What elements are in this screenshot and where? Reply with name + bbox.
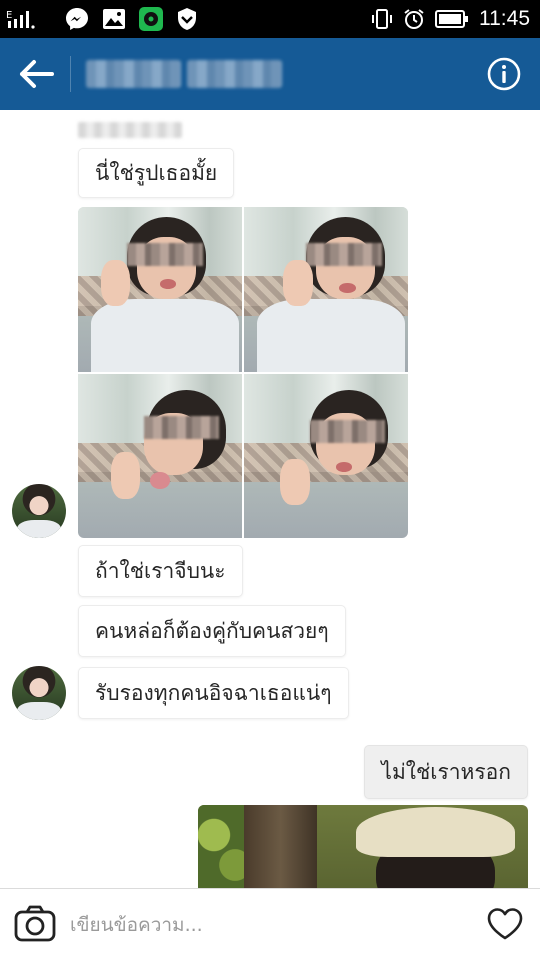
message-bubble-incoming[interactable]: คนหล่อก็ต้องคู่กับคนสวยๆ bbox=[78, 605, 346, 657]
photo-collage-message[interactable] bbox=[78, 207, 408, 538]
conversation-title-blurred[interactable] bbox=[86, 60, 282, 88]
camera-button[interactable] bbox=[14, 905, 56, 943]
message-bubble-incoming[interactable]: รับรองทุกคนอิจฉาเธอแน่ๆ bbox=[78, 667, 349, 719]
collage-photo bbox=[244, 207, 408, 372]
chat-header bbox=[0, 38, 540, 110]
status-time: 11:45 bbox=[479, 7, 530, 30]
status-left-icons: E bbox=[6, 4, 198, 34]
back-arrow-icon bbox=[20, 60, 54, 88]
music-app-icon bbox=[138, 6, 164, 32]
status-right-icons: 11:45 bbox=[371, 4, 530, 34]
shield-icon bbox=[176, 7, 198, 31]
info-button[interactable] bbox=[486, 56, 522, 92]
heart-icon bbox=[487, 908, 523, 940]
message-text: รับรองทุกคนอิจฉาเธอแน่ๆ bbox=[95, 680, 332, 705]
signal-icon: E bbox=[6, 8, 52, 30]
camera-icon bbox=[14, 905, 56, 942]
message-composer bbox=[0, 888, 540, 960]
signal-label: E bbox=[6, 10, 12, 21]
alarm-icon bbox=[403, 8, 425, 30]
message-input[interactable] bbox=[70, 905, 460, 945]
message-text: นี่ใช่รูปเธอมั้ย bbox=[95, 160, 218, 185]
message-text: ถ้าใช่เราจีบนะ bbox=[95, 558, 226, 583]
message-thread[interactable]: นี่ใช่รูปเธอมั้ย ถ้าใช่เราจีบนะ คนหล่อก็… bbox=[0, 110, 540, 888]
info-icon bbox=[487, 57, 521, 91]
message-bubble-outgoing[interactable]: ไม่ใช่เราหรอก bbox=[364, 745, 528, 799]
message-text: คนหล่อก็ต้องคู่กับคนสวยๆ bbox=[95, 618, 329, 643]
gallery-icon bbox=[102, 8, 126, 30]
collage-photo bbox=[78, 373, 242, 538]
message-bubble-incoming[interactable]: นี่ใช่รูปเธอมั้ย bbox=[78, 148, 235, 198]
back-button[interactable] bbox=[14, 54, 58, 94]
photo-message-outgoing[interactable] bbox=[198, 805, 528, 888]
messenger-icon bbox=[64, 6, 90, 32]
header-divider bbox=[70, 56, 71, 92]
vibrate-icon bbox=[371, 8, 393, 30]
collage-photo bbox=[78, 207, 242, 372]
message-bubble-incoming[interactable]: ถ้าใช่เราจีบนะ bbox=[78, 545, 243, 597]
message-text: ไม่ใช่เราหรอก bbox=[381, 759, 511, 784]
sender-name-blurred bbox=[78, 122, 182, 138]
sender-avatar[interactable] bbox=[12, 666, 66, 720]
status-bar: E 11:45 bbox=[0, 0, 540, 38]
collage-photo bbox=[244, 373, 408, 538]
battery-icon bbox=[435, 10, 469, 28]
like-button[interactable] bbox=[486, 907, 524, 943]
sender-avatar[interactable] bbox=[12, 484, 66, 538]
